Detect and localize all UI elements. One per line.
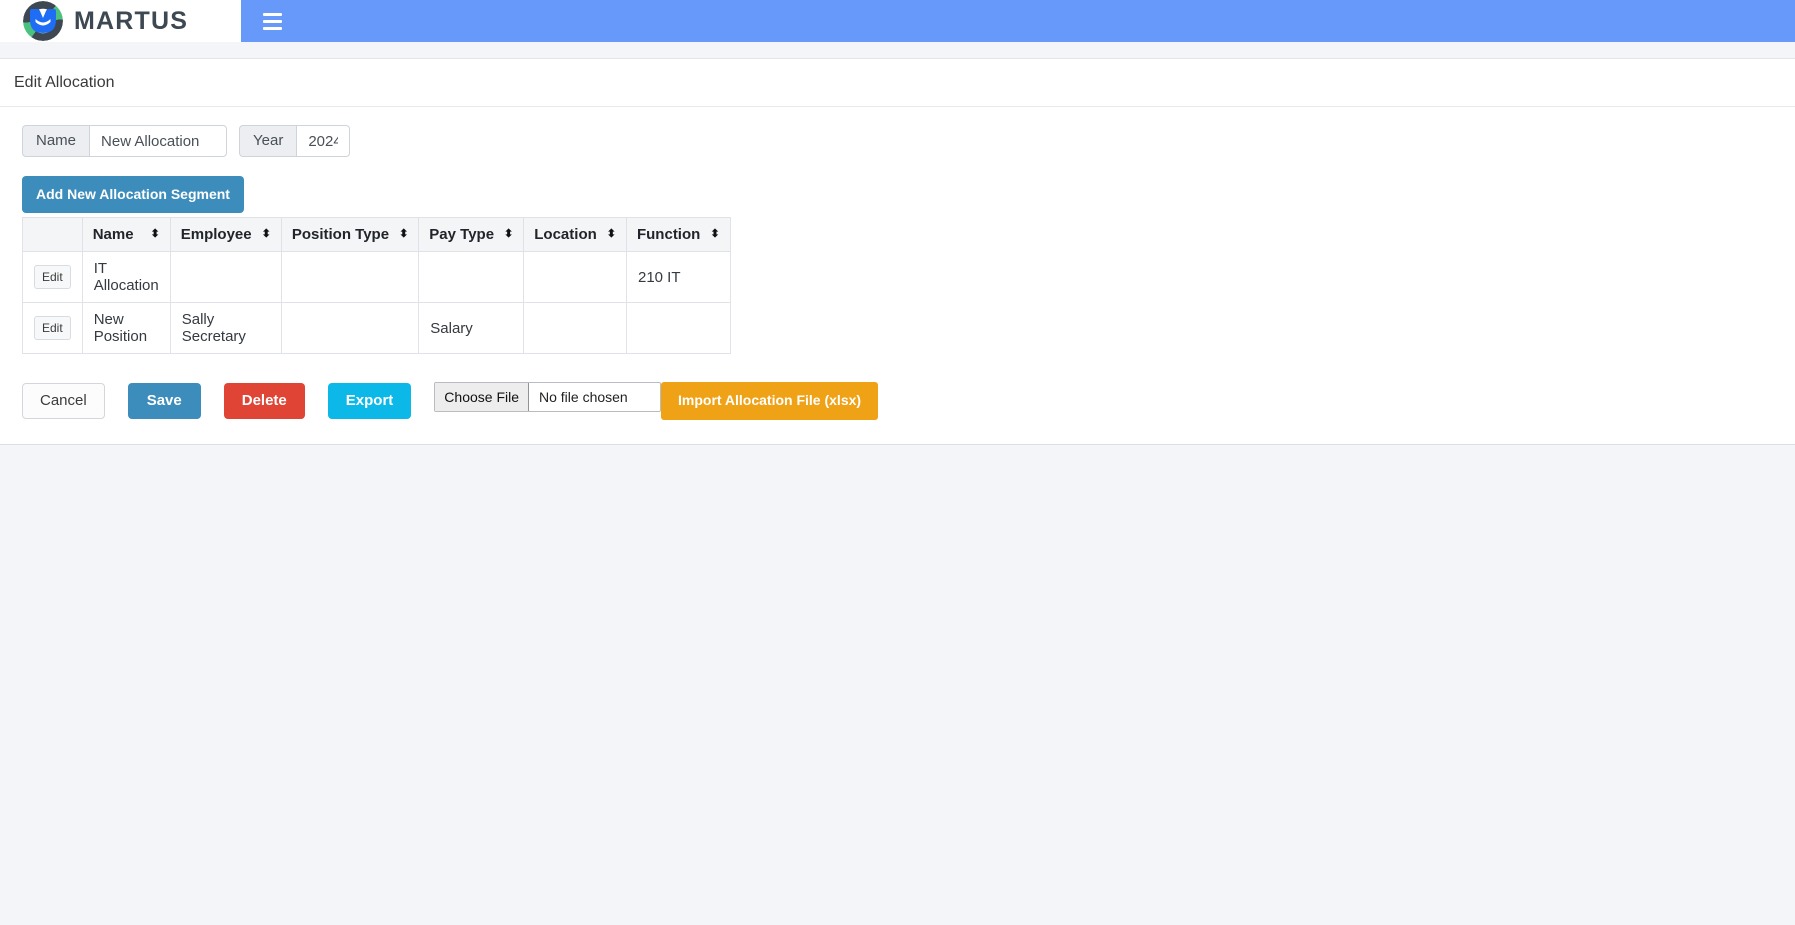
col-header-name[interactable]: Name ⬍ <box>81 217 171 253</box>
card-body: Name Year Add New Allocation Segment <box>0 107 1795 420</box>
brand-name: MARTUS <box>74 6 189 35</box>
name-input-group: Name <box>22 125 228 157</box>
allocation-year-input[interactable] <box>296 125 351 157</box>
file-status-text: No file chosen <box>539 389 628 406</box>
col-header-actions <box>22 217 83 253</box>
year-label: Year <box>239 125 297 157</box>
logo-m-icon <box>30 9 56 33</box>
cell-pay-type: Salary <box>418 302 525 355</box>
cell-function <box>625 302 731 355</box>
hamburger-bar <box>262 12 282 16</box>
navbar-spacer <box>0 42 1795 58</box>
sort-icon[interactable]: ⬍ <box>504 229 513 240</box>
name-label: Name <box>22 125 90 157</box>
add-new-allocation-segment-button[interactable]: Add New Allocation Segment <box>22 176 244 214</box>
delete-button[interactable]: Delete <box>223 382 305 420</box>
col-header-location-label: Location <box>534 226 597 244</box>
year-input-group: Year <box>239 125 351 157</box>
sort-icon[interactable]: ⬍ <box>607 229 616 240</box>
export-button[interactable]: Export <box>327 382 412 420</box>
col-header-position-type-label: Position Type <box>291 226 390 244</box>
table-row: Edit IT Allocation 210 IT <box>22 251 731 304</box>
cell-employee <box>169 251 282 304</box>
cell-location <box>523 251 627 304</box>
cell-location <box>523 302 627 355</box>
table-header-row: Name ⬍ Employee ⬍ Position Type ⬍ Pay Ty… <box>22 217 731 253</box>
page-title: Edit Allocation <box>0 59 1795 107</box>
cell-pay-type <box>418 251 525 304</box>
edit-row-button[interactable]: Edit <box>34 265 71 290</box>
top-navbar: MARTUS <box>0 0 1795 42</box>
hamburger-bar <box>262 26 282 30</box>
edit-allocation-card: Edit Allocation Name Year Add New Alloca… <box>0 58 1795 445</box>
col-header-employee[interactable]: Employee ⬍ <box>169 217 282 253</box>
row-actions-cell: Edit <box>22 251 83 304</box>
sort-icon[interactable]: ⬍ <box>151 229 160 240</box>
allocation-table: Name ⬍ Employee ⬍ Position Type ⬍ Pay Ty… <box>22 217 731 355</box>
cell-position-type <box>280 302 420 355</box>
col-header-function-label: Function <box>636 226 701 244</box>
cell-employee: Sally Secretary <box>169 302 282 355</box>
martus-logo-icon <box>22 0 64 42</box>
cell-name: New Position <box>81 302 171 355</box>
hamburger-menu-icon[interactable] <box>253 6 291 36</box>
table-body: Edit IT Allocation 210 IT Edit New Posit… <box>22 251 731 355</box>
sort-icon[interactable]: ⬍ <box>262 229 271 240</box>
cell-position-type <box>280 251 420 304</box>
col-header-employee-label: Employee <box>180 226 252 244</box>
form-action-bar: Cancel Save Delete Export Choose File No… <box>22 382 1773 420</box>
edit-row-button[interactable]: Edit <box>34 316 71 341</box>
table-row: Edit New Position Sally Secretary Salary <box>22 302 731 355</box>
brand-logo-area[interactable]: MARTUS <box>0 0 241 42</box>
allocation-table-wrap: Name ⬍ Employee ⬍ Position Type ⬍ Pay Ty… <box>22 217 1773 355</box>
cancel-button[interactable]: Cancel <box>22 382 105 420</box>
sort-icon[interactable]: ⬍ <box>399 229 408 240</box>
import-allocation-file-button[interactable]: Import Allocation File (xlsx) <box>661 382 879 420</box>
save-button[interactable]: Save <box>127 382 201 420</box>
add-segment-row: Add New Allocation Segment <box>22 176 1773 214</box>
col-header-position-type[interactable]: Position Type ⬍ <box>280 217 420 253</box>
row-actions-cell: Edit <box>22 302 83 355</box>
cell-name: IT Allocation <box>81 251 171 304</box>
col-header-function[interactable]: Function ⬍ <box>625 217 731 253</box>
import-button-holder: Import Allocation File (xlsx) <box>661 382 879 420</box>
allocation-meta-row: Name Year <box>22 125 1773 157</box>
sort-icon[interactable]: ⬍ <box>710 229 719 240</box>
cell-function: 210 IT <box>625 251 731 304</box>
allocation-name-input[interactable] <box>89 125 228 157</box>
col-header-location[interactable]: Location ⬍ <box>523 217 627 253</box>
col-header-pay-type-label: Pay Type <box>429 226 495 244</box>
table-head: Name ⬍ Employee ⬍ Position Type ⬍ Pay Ty… <box>22 217 731 253</box>
hamburger-bar <box>262 19 282 23</box>
choose-file-button[interactable]: Choose File <box>435 383 529 412</box>
col-header-name-label: Name <box>92 226 134 244</box>
file-upload-input[interactable]: Choose File No file chosen <box>434 382 661 413</box>
col-header-pay-type[interactable]: Pay Type ⬍ <box>418 217 525 253</box>
import-controls: Choose File No file chosen Import Alloca… <box>434 382 879 420</box>
